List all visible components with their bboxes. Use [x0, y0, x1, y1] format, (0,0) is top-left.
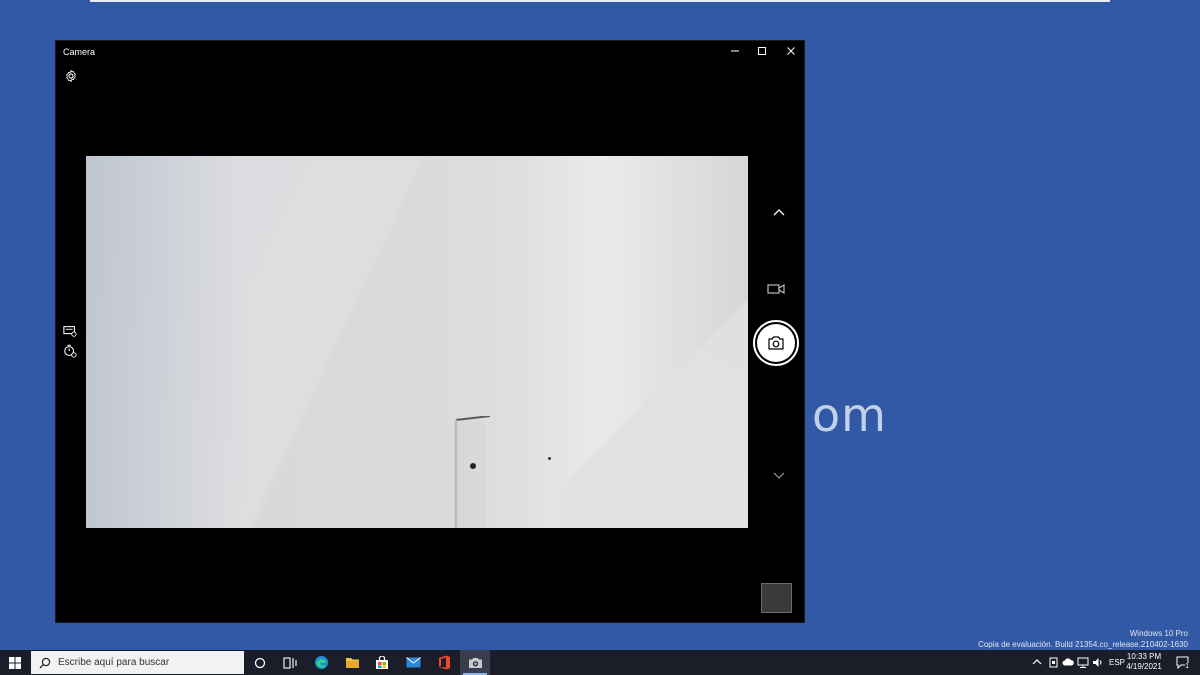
notification-count: 1	[1185, 663, 1189, 670]
cortana-button[interactable]	[245, 650, 275, 675]
desktop-partial-text: om	[812, 388, 887, 442]
clock[interactable]: 10:33 PM 4/19/2021	[1122, 652, 1166, 672]
mail-button[interactable]	[398, 650, 428, 675]
start-button[interactable]	[0, 650, 30, 675]
mail-icon	[405, 657, 421, 668]
onedrive-tray-button[interactable]	[1062, 656, 1074, 668]
clock-time: 10:33 PM	[1126, 652, 1162, 661]
network-tray-button[interactable]	[1077, 656, 1089, 668]
close-button[interactable]	[776, 41, 806, 61]
volume-tray-button[interactable]	[1092, 656, 1104, 668]
title-bar[interactable]: Camera	[56, 41, 804, 63]
watermark-edition: Windows 10 Pro	[1129, 629, 1188, 638]
hdr-button[interactable]	[63, 324, 79, 340]
camera-app-window[interactable]: Camera	[55, 40, 805, 623]
task-view-button[interactable]	[275, 650, 305, 675]
wall-dot	[548, 457, 551, 460]
maximize-icon	[758, 47, 766, 55]
shutter-face	[757, 324, 795, 362]
taskbar: Escribe aquí para buscar ESP 10:33 PM 4/…	[0, 650, 1200, 675]
desktop-edge-line	[90, 0, 1110, 2]
search-placeholder: Escribe aquí para buscar	[58, 657, 170, 668]
cloud-icon	[1062, 658, 1074, 666]
file-explorer-icon	[345, 658, 359, 668]
wall-fixture-image	[454, 416, 491, 528]
camera-preview	[86, 156, 748, 528]
chevron-up-tray-icon	[1032, 659, 1042, 665]
network-icon	[1077, 657, 1089, 668]
timer-icon	[64, 344, 77, 358]
scroll-down-button[interactable]	[772, 469, 786, 481]
speaker-icon	[1093, 657, 1102, 667]
device-tray-button[interactable]	[1047, 656, 1059, 668]
show-hidden-icons-button[interactable]	[1031, 656, 1043, 668]
clock-date: 4/19/2021	[1126, 662, 1162, 671]
store-icon	[376, 655, 388, 669]
office-icon	[438, 655, 450, 670]
file-explorer-button[interactable]	[337, 650, 367, 675]
office-button[interactable]	[429, 650, 459, 675]
settings-button[interactable]	[64, 69, 80, 85]
chevron-up-icon	[773, 209, 785, 216]
gear-icon	[66, 70, 76, 82]
scroll-up-button[interactable]	[772, 205, 786, 217]
minimize-icon	[731, 50, 739, 52]
task-view-icon	[283, 656, 297, 669]
close-icon	[787, 47, 795, 55]
chevron-down-icon	[773, 472, 785, 479]
watermark-build: Copia de evaluación. Build 21354.co_rele…	[978, 640, 1188, 649]
evaluation-watermark: Windows 10 Pro Copia de evaluación. Buil…	[978, 628, 1188, 650]
camera-app-icon	[468, 657, 482, 668]
video-camera-icon	[767, 283, 785, 295]
maximize-button[interactable]	[747, 41, 777, 61]
action-center-button[interactable]: 1	[1175, 655, 1189, 670]
camera-taskbar-button[interactable]	[460, 650, 490, 675]
camera-roll-thumbnail[interactable]	[761, 583, 792, 613]
windows-logo-icon	[9, 656, 21, 669]
store-button[interactable]	[367, 650, 397, 675]
minimize-button[interactable]	[720, 41, 750, 61]
device-icon	[1049, 657, 1057, 667]
left-toolbar	[63, 324, 81, 364]
timer-button[interactable]	[63, 344, 79, 360]
hdr-settings-icon	[63, 326, 77, 337]
cortana-icon	[254, 657, 266, 668]
camera-icon	[768, 336, 784, 350]
edge-icon	[314, 655, 328, 670]
take-photo-button[interactable]	[753, 320, 799, 366]
search-icon	[39, 657, 51, 668]
taskbar-search[interactable]: Escribe aquí para buscar	[31, 651, 244, 674]
edge-button[interactable]	[306, 650, 336, 675]
video-mode-button[interactable]	[767, 282, 787, 296]
window-title: Camera	[63, 47, 96, 57]
